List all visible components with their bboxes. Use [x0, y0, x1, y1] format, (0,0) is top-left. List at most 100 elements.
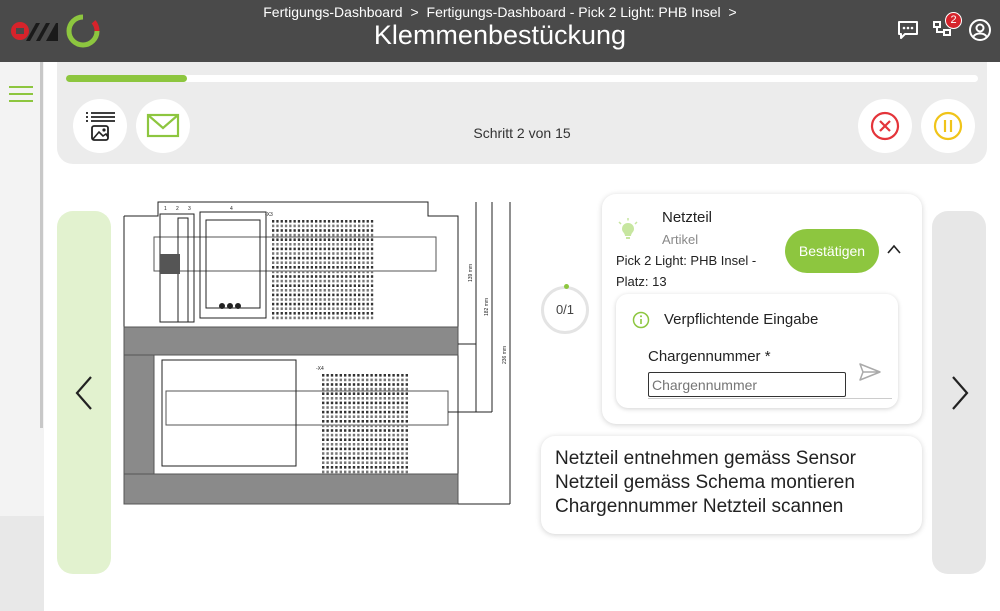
terminal-cell [330, 438, 334, 441]
label-x3: -X3 [265, 212, 273, 218]
previous-step-button[interactable] [57, 211, 111, 574]
terminal-cell [323, 293, 326, 297]
terminal-cell [349, 233, 352, 237]
terminal-cell [330, 392, 334, 395]
terminal-cell [310, 284, 313, 287]
terminal-cell [370, 261, 374, 264]
terminal-cell [401, 461, 404, 464]
terminal-cell [379, 438, 382, 441]
terminal-cell [323, 229, 326, 232]
pause-button[interactable] [921, 99, 975, 153]
terminal-cell [366, 452, 369, 455]
terminal-cell [322, 433, 325, 437]
terminal-cell [366, 275, 369, 278]
terminal-cell [327, 243, 331, 246]
next-step-button[interactable] [932, 211, 986, 574]
terminal-cell [327, 266, 331, 269]
terminal-cell [379, 378, 382, 382]
user-account-icon[interactable] [968, 18, 992, 42]
terminal-cell [366, 233, 369, 237]
terminal-cell [272, 302, 275, 306]
terminal-cell [336, 224, 339, 228]
chevron-up-icon[interactable] [886, 242, 902, 258]
dimension-139: 139 mm [468, 264, 474, 282]
terminal-cell [276, 270, 279, 274]
sidebar-scrollbar[interactable] [40, 62, 43, 428]
dimension-236: 236 mm [502, 346, 508, 364]
terminal-cell [327, 289, 331, 292]
menu-icon[interactable] [9, 86, 33, 107]
terminal-cell [401, 374, 404, 377]
instructions-card: Netzteil entnehmen gemäss Sensor Netztei… [541, 436, 922, 534]
breadcrumb-item-pick2light[interactable]: Fertigungs-Dashboard - Pick 2 Light: PHB… [427, 4, 721, 20]
terminal-cell [322, 392, 325, 395]
terminal-cell [302, 279, 305, 283]
terminal-cell [340, 220, 344, 223]
cancel-button[interactable] [858, 99, 912, 153]
terminal-cell [323, 302, 326, 306]
terminal-cell [327, 220, 331, 223]
terminal-cell [332, 256, 335, 260]
terminal-cell [340, 238, 344, 241]
terminal-cell [353, 266, 356, 269]
chevron-right-icon [952, 376, 969, 410]
confirm-button[interactable]: Bestätigen [785, 229, 879, 273]
terminal-cell [327, 229, 331, 232]
terminal-cell [366, 424, 369, 428]
terminal-cell [330, 429, 334, 432]
send-icon[interactable] [858, 360, 882, 384]
terminal-cell [310, 312, 313, 315]
terminal-cell [276, 312, 279, 315]
terminal-cell [297, 247, 301, 251]
terminal-cell [388, 387, 391, 391]
terminal-cell [322, 397, 325, 400]
terminal-cell [370, 224, 374, 228]
batch-number-input[interactable] [648, 372, 846, 397]
terminal-cell [366, 374, 369, 377]
process-alert-button[interactable]: 2 [932, 12, 962, 42]
terminal-cell [276, 256, 279, 260]
terminal-cell [345, 270, 348, 274]
terminal-cell [374, 387, 378, 391]
chevron-left-icon [75, 376, 92, 410]
terminal-cell [352, 466, 356, 469]
terminal-cell [332, 293, 335, 297]
terminal-cell [297, 266, 301, 269]
terminal-cell [326, 429, 329, 432]
terminal-cell [352, 415, 356, 418]
terminal-cell [293, 289, 296, 292]
breadcrumb-item-dashboard[interactable]: Fertigungs-Dashboard [263, 4, 402, 20]
terminal-cell [379, 410, 382, 414]
terminal-cell [332, 279, 335, 283]
terminal-cell [323, 247, 326, 251]
terminal-cell [361, 424, 364, 428]
terminal-cell [370, 298, 374, 301]
terminal-cell [302, 302, 305, 306]
terminal-cell [352, 387, 356, 391]
terminal-cell [392, 447, 395, 451]
terminal-cell [340, 229, 344, 232]
terminal-cell [310, 229, 313, 232]
terminal-cell [345, 275, 348, 278]
terminal-cell [315, 293, 318, 297]
terminal-cell [366, 293, 369, 297]
page-title: Klemmenbestückung [373, 20, 627, 50]
terminal-cell [353, 270, 356, 274]
terminal-cell [306, 302, 309, 306]
terminal-cell [322, 466, 325, 469]
terminal-cell [302, 270, 305, 274]
terminal-cell [284, 266, 288, 269]
terminal-cell [396, 401, 400, 405]
terminal-cell [345, 220, 348, 223]
terminal-cell [344, 415, 347, 418]
terminal-cell [348, 420, 351, 423]
sidebar [0, 62, 44, 611]
terminal-cell [327, 256, 331, 260]
terminal-cell [315, 275, 318, 278]
terminal-cell [366, 302, 369, 306]
terminal-cell [370, 392, 373, 395]
terminal-cell [340, 298, 344, 301]
terminal-cell [405, 397, 408, 400]
terminal-cell [392, 470, 395, 474]
chat-icon[interactable] [896, 18, 920, 42]
